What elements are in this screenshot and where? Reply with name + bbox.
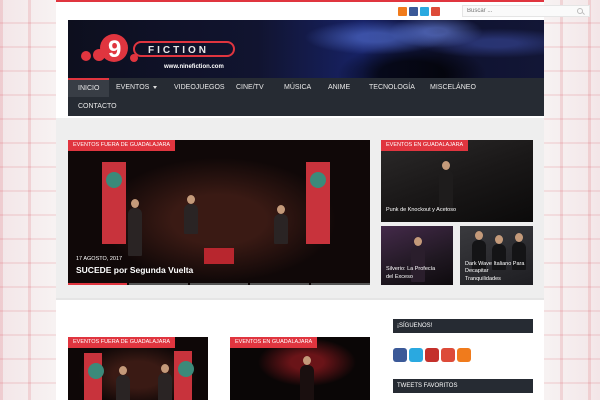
stage-person <box>274 205 288 244</box>
featured-side-post[interactable]: EVENTOS EN GUADALAJARA Punk de Knockout … <box>381 140 533 222</box>
nav-item-videojuegos[interactable]: VIDEOJUEGOS <box>164 78 235 97</box>
follow-social-links <box>393 348 471 362</box>
post-title-line[interactable]: Silverio: La Profecía <box>386 266 435 273</box>
stage-banner-right <box>306 162 330 244</box>
section-divider <box>56 298 544 300</box>
slider-dot[interactable] <box>128 283 188 285</box>
slider-dot[interactable] <box>189 283 249 285</box>
chevron-down-icon <box>153 85 158 89</box>
nav-item-inicio[interactable]: INICIO <box>68 78 110 97</box>
post-title-line[interactable]: Tranquilidades <box>465 276 501 283</box>
site-logo[interactable]: 9 FICTION www.ninefiction.com <box>78 28 238 72</box>
stage-person <box>128 199 142 256</box>
twitter-icon[interactable] <box>420 7 429 16</box>
stage-banner-left <box>84 353 104 400</box>
facebook-icon[interactable] <box>393 348 407 362</box>
stage-banner-left <box>102 162 126 244</box>
search-box <box>462 5 590 17</box>
featured-side-post[interactable]: Silverio: La Profecía del Exceso <box>381 226 453 285</box>
top-social-links <box>398 7 440 16</box>
stage-person <box>116 366 130 400</box>
featured-main-post[interactable]: EVENTOS FUERA DE GUADALAJARA 17 AGOSTO, … <box>68 140 370 285</box>
post-card[interactable]: EVENTOS FUERA DE GUADALAJARA <box>68 337 208 400</box>
post-title[interactable]: SUCEDE por Segunda Vuelta <box>76 265 193 275</box>
nav-item-label: EVENTOS <box>116 84 150 91</box>
site-header: 9 FICTION www.ninefiction.com <box>68 20 544 78</box>
category-label[interactable]: EVENTOS EN GUADALAJARA <box>230 337 318 348</box>
follow-widget-heading: ¡SÍGUENOS! <box>393 319 533 333</box>
top-bar <box>56 0 590 20</box>
slider-dot[interactable] <box>311 283 370 285</box>
page-container: 9 FICTION www.ninefiction.com INICIO EVE… <box>56 0 590 400</box>
header-concert-image <box>304 20 544 78</box>
google-plus-icon[interactable] <box>441 348 455 362</box>
stage-person <box>300 356 314 400</box>
nav-item-musica[interactable]: MÚSICA <box>274 78 321 97</box>
logo-wordmark: FICTION <box>148 45 209 56</box>
google-plus-icon[interactable] <box>431 7 440 16</box>
category-label[interactable]: EVENTOS FUERA DE GUADALAJARA <box>68 337 176 348</box>
nav-item-tecnologia[interactable]: TECNOLOGÍA <box>359 78 425 97</box>
slider-progress <box>68 283 370 285</box>
stage-person <box>411 237 425 282</box>
tweets-widget-heading: TWEETS FAVORITOS <box>393 379 533 393</box>
logo-number: 9 <box>108 36 121 63</box>
post-title[interactable]: Punk de Knockout y Acetoso <box>386 207 456 214</box>
youtube-icon[interactable] <box>425 348 439 362</box>
nav-item-miscelaneo[interactable]: MISCELÁNEO <box>420 78 486 97</box>
featured-side-post[interactable]: Dark Wave Italiano Para Decapitar Tranqu… <box>460 226 533 285</box>
stage-person <box>158 364 172 400</box>
stage-table <box>204 248 234 264</box>
nav-item-eventos[interactable]: EVENTOS <box>106 78 167 97</box>
twitter-icon[interactable] <box>409 348 423 362</box>
facebook-icon[interactable] <box>409 7 418 16</box>
site-url: www.ninefiction.com <box>164 64 224 70</box>
rss-icon[interactable] <box>457 348 471 362</box>
post-title-line[interactable]: Dark Wave Italiano Para Decapitar <box>465 261 531 275</box>
stage-person <box>184 195 198 234</box>
search-input[interactable] <box>463 6 589 16</box>
stage-person <box>439 161 453 210</box>
post-card[interactable]: EVENTOS EN GUADALAJARA <box>230 337 370 400</box>
category-label[interactable]: EVENTOS FUERA DE GUADALAJARA <box>68 140 176 151</box>
nav-item-contacto[interactable]: CONTACTO <box>68 97 127 116</box>
nav-item-cine-tv[interactable]: CINE/TV <box>226 78 274 97</box>
nav-item-anime[interactable]: ANIME <box>318 78 360 97</box>
rss-icon[interactable] <box>398 7 407 16</box>
post-date: 17 AGOSTO, 2017 <box>76 256 123 262</box>
stage-banner-right <box>174 351 194 400</box>
post-title-line[interactable]: del Exceso <box>386 274 413 281</box>
category-label[interactable]: EVENTOS EN GUADALAJARA <box>381 140 469 151</box>
slider-dot[interactable] <box>68 283 127 285</box>
main-nav: INICIO EVENTOS VIDEOJUEGOS CINE/TV MÚSIC… <box>68 78 544 116</box>
slider-dot[interactable] <box>250 283 310 285</box>
search-icon[interactable] <box>577 8 583 14</box>
